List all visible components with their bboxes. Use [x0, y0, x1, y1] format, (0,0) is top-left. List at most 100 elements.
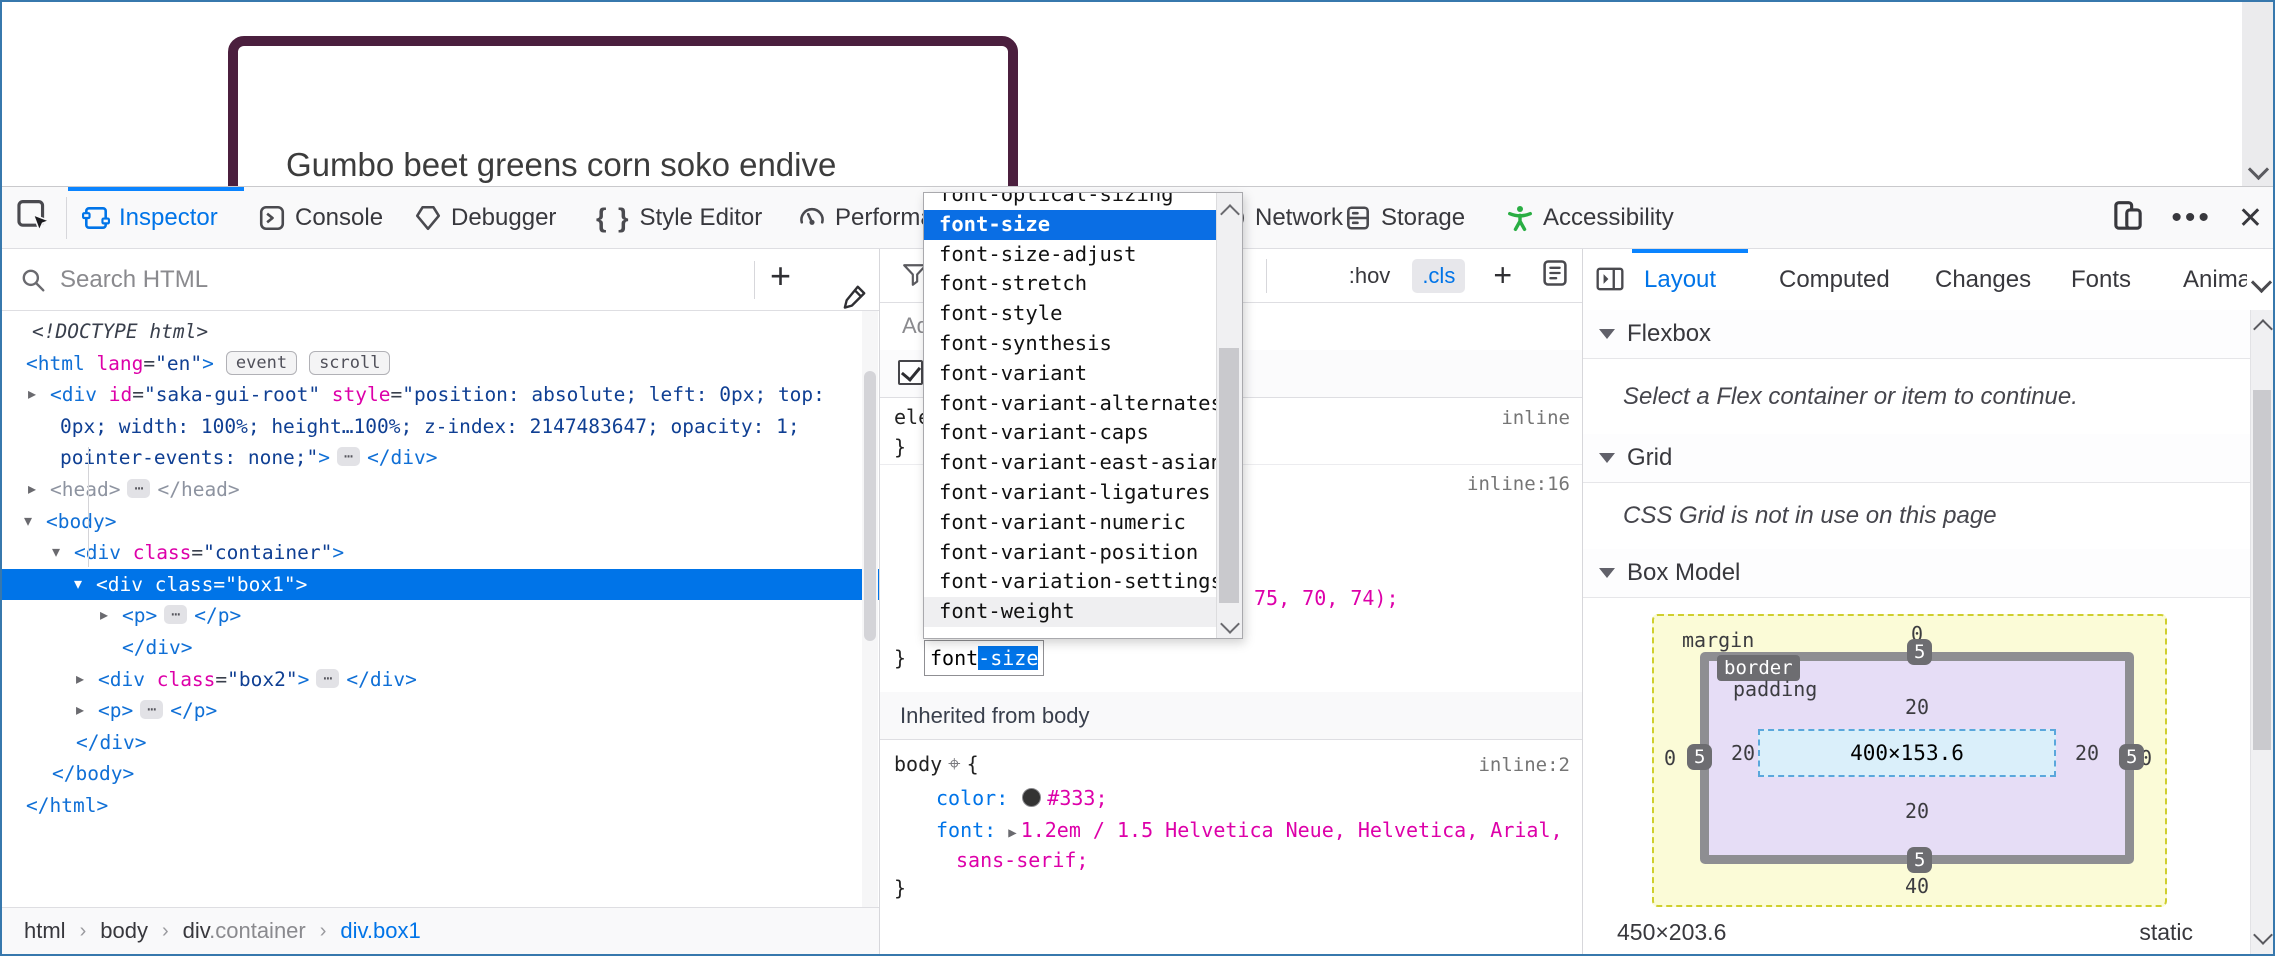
all-tabs-chevron-icon[interactable]	[2254, 275, 2269, 290]
border-top-value[interactable]: 5	[1907, 639, 1932, 665]
autocomplete-item[interactable]: font-variant-east-asian	[924, 448, 1217, 478]
grid-section-header[interactable]: Grid	[1583, 434, 2251, 483]
margin-left-value[interactable]: 0	[1664, 746, 1676, 770]
responsive-design-mode-icon[interactable]	[2111, 199, 2145, 238]
container-open-line[interactable]: ▾<div class="container">	[2, 537, 879, 569]
box1-close-line[interactable]: </div>	[2, 632, 879, 664]
box-model-margin[interactable]: margin 0 40 0 0 border 5 5 5 5 padding 2…	[1652, 614, 2167, 907]
color-declaration[interactable]: color: #333;	[936, 786, 1108, 810]
devtools-tab-inspector[interactable]: Inspector	[68, 187, 244, 249]
twisty-icon[interactable]: ▾	[52, 537, 60, 569]
sidebar-toggle-icon[interactable]	[1595, 265, 1625, 298]
scroll-down-icon[interactable]	[2253, 925, 2273, 945]
twisty-icon[interactable]: ▾	[24, 506, 32, 538]
scroll-down-icon[interactable]	[1220, 614, 1240, 634]
node-picker-button[interactable]	[16, 199, 56, 237]
devtools-tab-storage[interactable]: Storage	[1340, 187, 1492, 249]
breadcrumb-item[interactable]: body	[100, 918, 148, 944]
sidebar-tab-computed[interactable]: Computed	[1779, 249, 1905, 310]
box-model-border[interactable]: border 5 5 5 5 padding 20 20 20 20 400×1…	[1700, 652, 2134, 864]
element-rule-source-link[interactable]: inline	[1501, 407, 1570, 429]
class-checkbox[interactable]	[898, 360, 923, 385]
scrollbar-thumb[interactable]	[2253, 390, 2271, 750]
breadcrumb-item[interactable]: div.container	[183, 918, 306, 944]
html-open-line[interactable]: <html lang="en">eventscroll	[2, 348, 879, 380]
saka-div-wrap1[interactable]: 0px; width: 100%; height…100%; z-index: …	[2, 411, 879, 443]
color-swatch[interactable]	[1022, 788, 1041, 807]
twisty-icon[interactable]: ▸	[76, 695, 84, 727]
scroll-down-icon[interactable]	[2248, 159, 2269, 180]
close-icon[interactable]: ✕	[2238, 201, 2263, 236]
saka-div-wrap2[interactable]: pointer-events: none;">⋯</div>	[2, 442, 879, 474]
padding-bottom-value[interactable]: 20	[1869, 799, 1965, 823]
devtools-tab-style-editor[interactable]: { }Style Editor	[592, 187, 788, 249]
box1-line-selected[interactable]: ▾<div class="box1">	[2, 569, 879, 601]
breadcrumb-item[interactable]: div.box1	[340, 918, 420, 944]
autocomplete-item[interactable]: font-style	[924, 299, 1217, 329]
twisty-icon[interactable]: ▸	[28, 474, 36, 506]
scrollbar-thumb[interactable]	[864, 371, 876, 641]
box2-line[interactable]: ▸<div class="box2">⋯</div>	[2, 664, 879, 696]
autocomplete-item[interactable]: font-variant	[924, 359, 1217, 389]
padding-right-value[interactable]: 20	[2075, 741, 2099, 765]
highlight-target-icon[interactable]: ⌖	[948, 752, 960, 777]
autocomplete-item[interactable]: font-variant-position	[924, 538, 1217, 568]
p-line[interactable]: ▸<p>⋯</p>	[2, 600, 879, 632]
twisty-icon[interactable]: ▾	[74, 569, 82, 601]
class-panel-button[interactable]: .cls	[1412, 259, 1465, 293]
twisty-icon[interactable]: ▸	[76, 664, 84, 696]
saka-div-line[interactable]: ▸<div id="saka-gui-root" style="position…	[2, 379, 879, 411]
breadcrumb-item[interactable]: html	[24, 918, 66, 944]
box1-value-fragment[interactable]: 75, 70, 74);	[1254, 586, 1399, 610]
devtools-tab-debugger[interactable]: Debugger	[410, 187, 580, 249]
autocomplete-item[interactable]: font-size-adjust	[924, 240, 1217, 270]
expand-value-icon[interactable]: ▶	[1008, 825, 1016, 841]
margin-bottom-value[interactable]: 40	[1864, 874, 1970, 898]
add-node-button[interactable]: +	[770, 255, 791, 297]
twisty-icon[interactable]: ▸	[100, 600, 108, 632]
body-open-line[interactable]: ▾<body>	[2, 506, 879, 538]
border-right-value[interactable]: 5	[2119, 744, 2144, 770]
box-model-content[interactable]: 400×153.6	[1758, 729, 2056, 777]
property-name-input[interactable]: font-size	[924, 640, 1044, 676]
autocomplete-item[interactable]: font-size	[924, 210, 1217, 240]
twisty-icon[interactable]: ▸	[28, 379, 36, 411]
autocomplete-item[interactable]: font-variant-alternates	[924, 389, 1217, 419]
pseudo-class-button[interactable]: :hov	[1349, 263, 1391, 289]
flexbox-section-header[interactable]: Flexbox	[1583, 310, 2251, 359]
html-close-line[interactable]: </html>	[2, 790, 879, 822]
add-rule-button[interactable]: +	[1487, 257, 1518, 294]
scroll-up-icon[interactable]	[2253, 319, 2273, 339]
autocomplete-item[interactable]: font-synthesis	[924, 329, 1217, 359]
autocomplete-item[interactable]: font-variant-ligatures	[924, 478, 1217, 508]
devtools-tab-accessibility[interactable]: Accessibility	[1502, 187, 1718, 249]
scroll-up-icon[interactable]	[1220, 204, 1240, 224]
autocomplete-item[interactable]: font-optical-sizing	[924, 193, 1217, 210]
sidebar-tab-animations[interactable]: Animations	[2183, 249, 2247, 310]
autocomplete-item[interactable]: font-weight	[924, 597, 1217, 627]
search-input[interactable]	[58, 257, 682, 303]
body-rule-source-link[interactable]: inline:2	[1478, 754, 1570, 776]
page-scrollbar[interactable]	[2242, 2, 2273, 186]
meatball-menu-icon[interactable]: •••	[2171, 208, 2212, 228]
sidebar-tab-changes[interactable]: Changes	[1935, 249, 2041, 310]
autocomplete-item[interactable]: font-variation-settings	[924, 567, 1217, 597]
font-declaration[interactable]: font: ▶1.2em / 1.5 Helvetica Neue, Helve…	[936, 818, 1563, 842]
padding-left-value[interactable]: 20	[1731, 741, 1755, 765]
layout-scrollbar[interactable]	[2250, 310, 2273, 954]
border-bottom-value[interactable]: 5	[1907, 847, 1932, 873]
scrollbar-thumb[interactable]	[1219, 348, 1239, 603]
container-close-line[interactable]: </div>	[2, 727, 879, 759]
autocomplete-scrollbar[interactable]	[1216, 193, 1242, 638]
sidebar-tab-fonts[interactable]: Fonts	[2071, 249, 2143, 310]
autocomplete-item[interactable]: font-variant-numeric	[924, 508, 1217, 538]
head-line[interactable]: ▸<head>⋯</head>	[2, 474, 879, 506]
autocomplete-item[interactable]: font-stretch	[924, 269, 1217, 299]
padding-top-value[interactable]: 20	[1869, 695, 1965, 719]
doctype-line[interactable]: <!DOCTYPE html>	[2, 316, 879, 348]
border-left-value[interactable]: 5	[1687, 744, 1712, 770]
body-close-line[interactable]: </body>	[2, 758, 879, 790]
markup-scrollbar[interactable]	[862, 311, 878, 908]
p2-line[interactable]: ▸<p>⋯</p>	[2, 695, 879, 727]
devtools-tab-console[interactable]: Console	[254, 187, 400, 249]
